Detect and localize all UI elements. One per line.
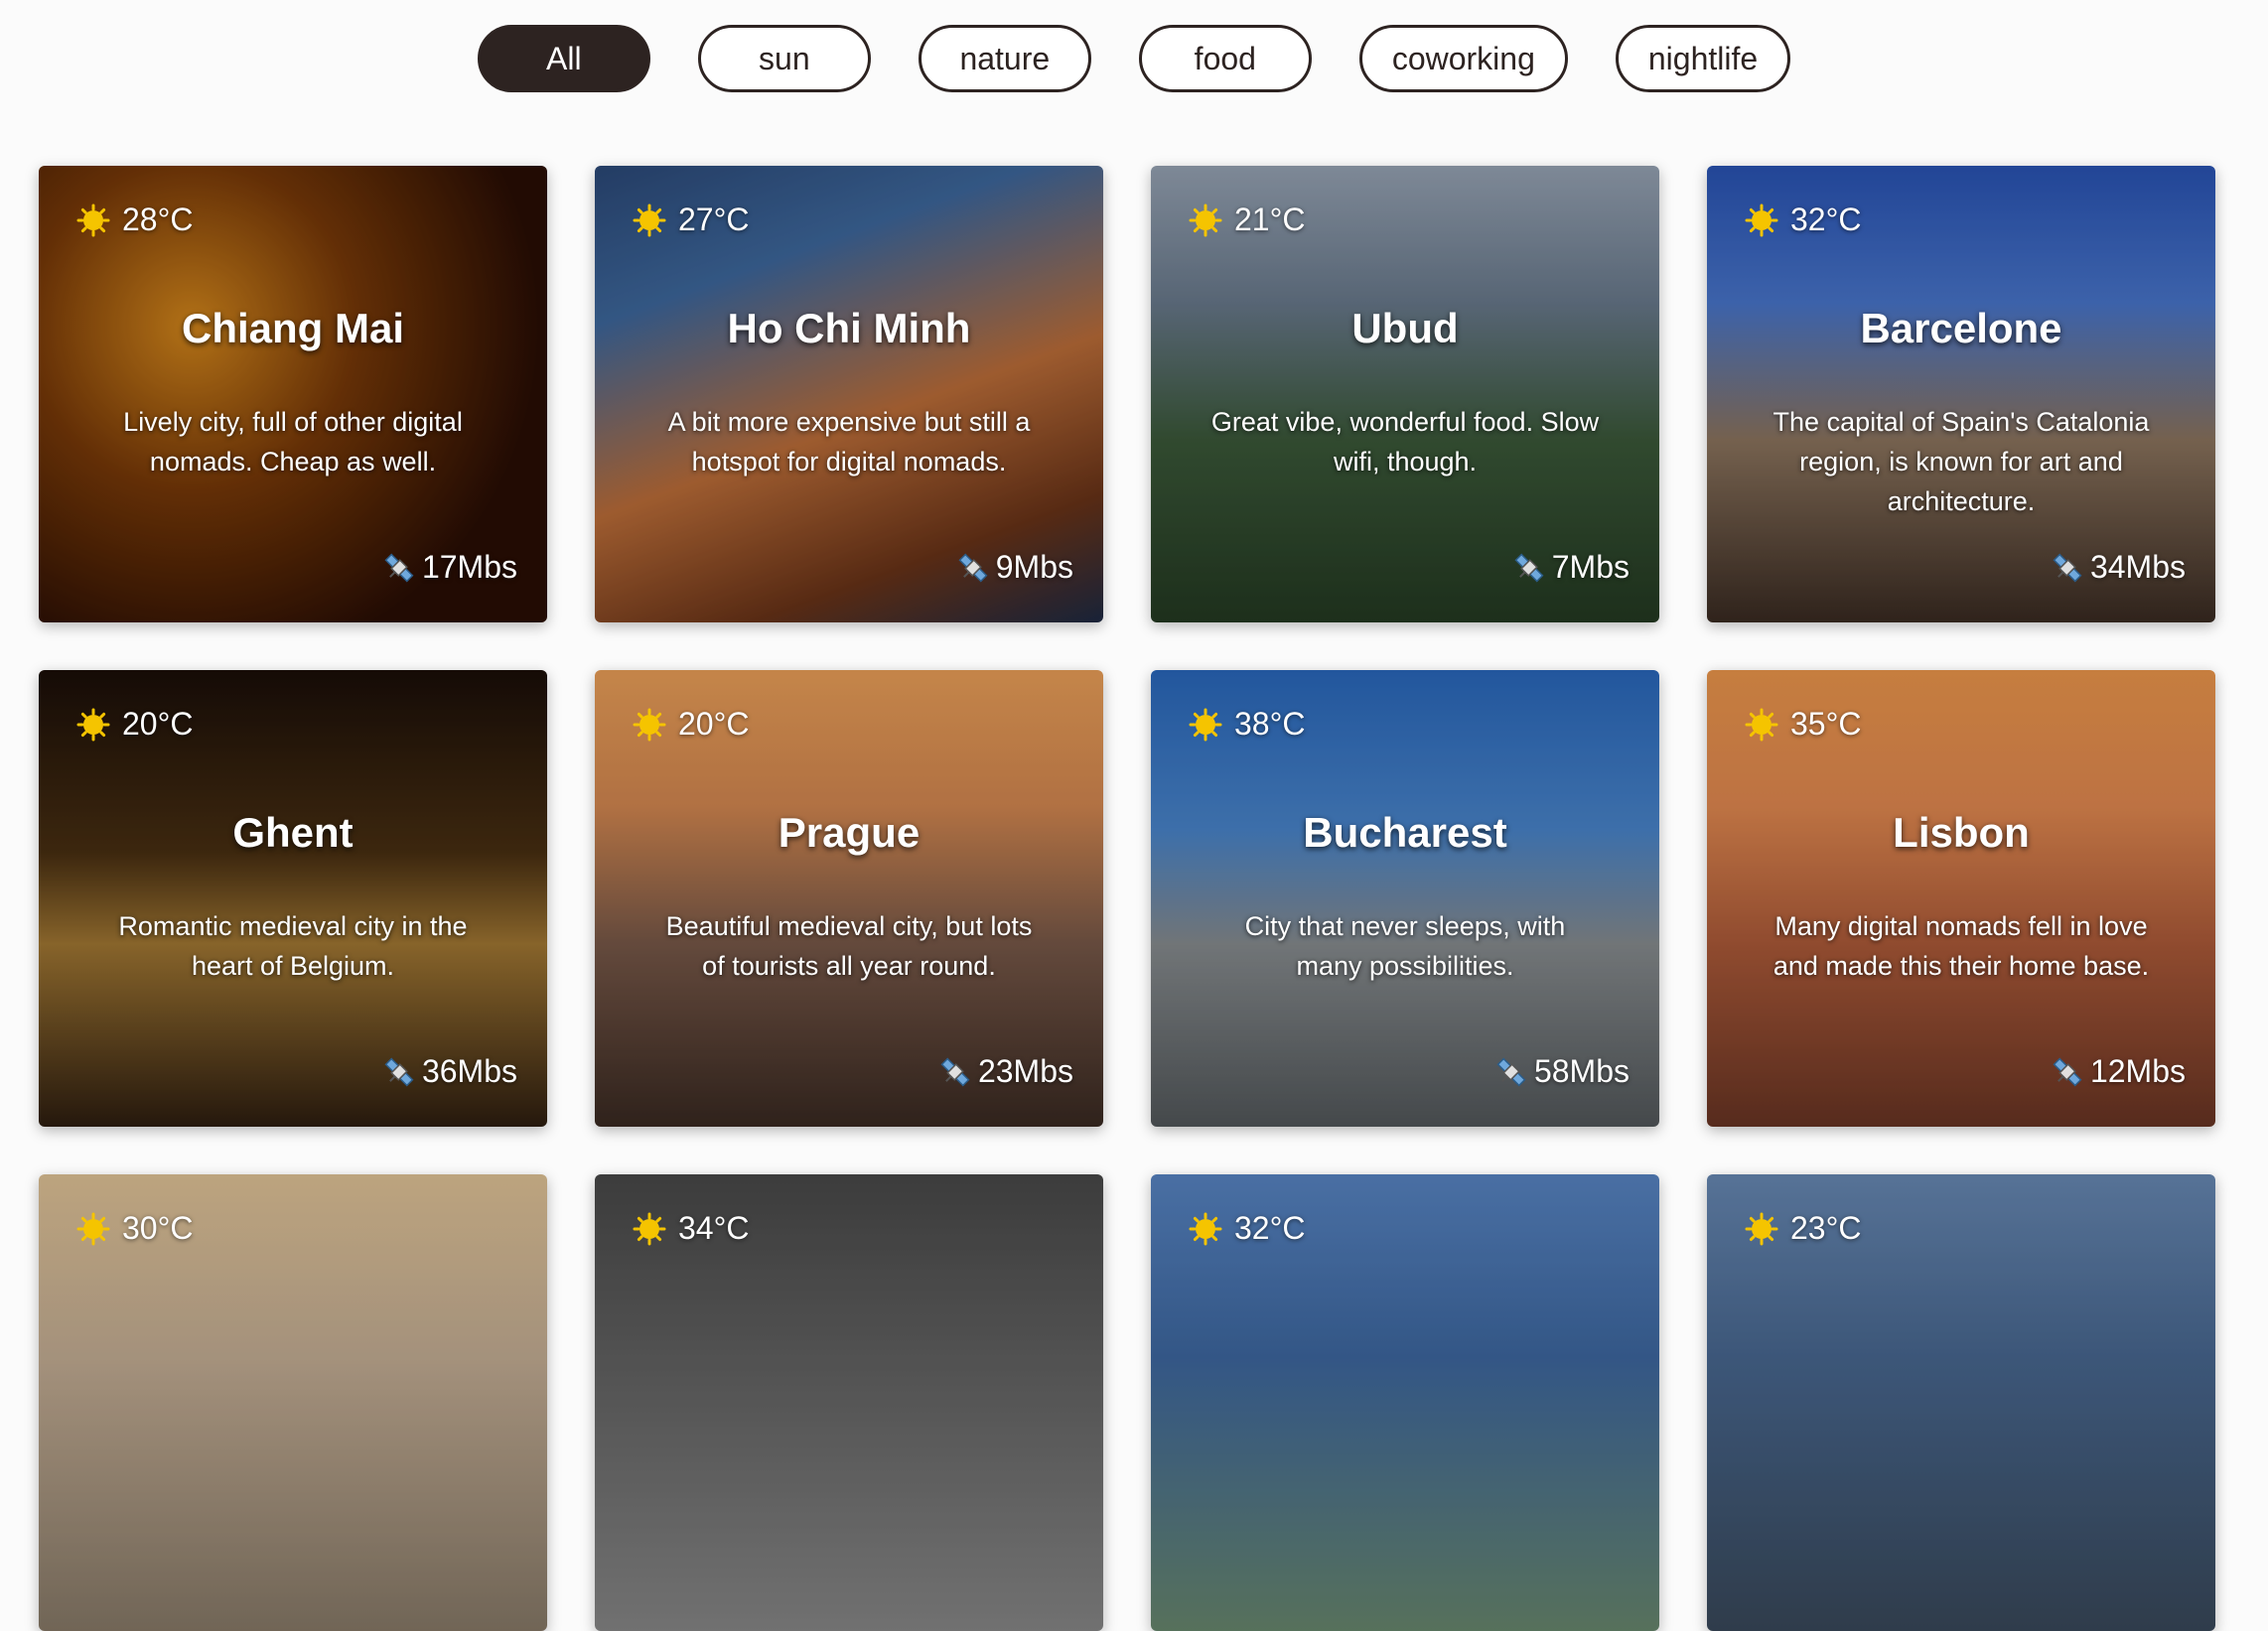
city-card[interactable]: 20°C Prague Beautiful medieval city, but l… — [595, 670, 1103, 1127]
city-description: Beautiful medieval city, but lots of tou… — [665, 911, 1033, 981]
sun-icon — [76, 1212, 110, 1246]
temperature-value: 28°C — [122, 202, 194, 237]
sun-icon — [1745, 708, 1778, 742]
city-card[interactable]: 28°C Chiang Mai Lively city, full of other… — [39, 166, 547, 622]
satellite-icon — [382, 1055, 416, 1089]
city-card[interactable]: 27°C Ho Chi Minh A bit more expensive but … — [595, 166, 1103, 622]
city-name: Lisbon — [1893, 809, 2030, 856]
temperature-value: 23°C — [1790, 1210, 1862, 1246]
sun-icon — [1745, 204, 1778, 237]
city-description: Many digital nomads fell in love and mad… — [1772, 911, 2150, 981]
satellite-icon — [1494, 1055, 1528, 1089]
city-description: Romantic medieval city in the heart of B… — [118, 911, 468, 981]
filter-nightlife[interactable]: nightlife — [1615, 25, 1791, 92]
city-description: Lively city, full of other digital nomad… — [123, 407, 463, 476]
city-name: Barcelone — [1860, 305, 2062, 351]
city-description: The capital of Spain's Catalonia region,… — [1772, 407, 2150, 516]
wifi-speed: 34Mbs — [2051, 549, 2186, 586]
city-description: Great vibe, wonderful food. Slow wifi, t… — [1210, 407, 1600, 476]
sun-icon — [633, 204, 666, 237]
city-card[interactable]: 34°C — [595, 1174, 1103, 1631]
sun-icon — [633, 708, 666, 742]
temperature: 21°C — [1189, 202, 1306, 238]
city-card[interactable]: 30°C — [39, 1174, 547, 1631]
satellite-icon — [956, 551, 990, 585]
city-grid: 28°C Chiang Mai Lively city, full of other… — [39, 166, 2215, 1631]
satellite-icon — [1512, 551, 1546, 585]
sun-icon — [1745, 1212, 1778, 1246]
city-description: City that never sleeps, with many possib… — [1244, 911, 1566, 981]
city-name: Ubud — [1351, 305, 1459, 351]
temperature: 38°C — [1189, 706, 1306, 743]
wifi-speed-value: 23Mbs — [977, 1053, 1073, 1089]
city-name: Ghent — [232, 809, 354, 856]
filter-nature[interactable]: nature — [918, 25, 1091, 92]
satellite-icon — [2051, 1055, 2084, 1089]
city-card[interactable]: 21°C Ubud Great vibe, wonderful food. Slow… — [1151, 166, 1659, 622]
sun-icon — [1189, 1212, 1222, 1246]
satellite-icon — [2051, 551, 2084, 585]
filter-coworking[interactable]: coworking — [1358, 25, 1568, 92]
temperature-value: 32°C — [1790, 202, 1862, 237]
city-card[interactable]: 20°C Ghent Romantic medieval city in the h… — [39, 670, 547, 1127]
wifi-speed-value: 34Mbs — [2089, 549, 2186, 585]
sun-icon — [76, 708, 110, 742]
wifi-speed-value: 9Mbs — [995, 549, 1073, 585]
wifi-speed-value: 17Mbs — [421, 549, 517, 585]
wifi-speed-value: 7Mbs — [1551, 549, 1630, 585]
city-card[interactable]: 23°C — [1707, 1174, 2215, 1631]
temperature: 32°C — [1189, 1210, 1306, 1247]
temperature: 32°C — [1745, 202, 1862, 238]
temperature: 35°C — [1745, 706, 1862, 743]
city-name: Prague — [778, 809, 921, 856]
temperature-value: 32°C — [1234, 1210, 1306, 1246]
temperature-value: 27°C — [678, 202, 750, 237]
city-card[interactable]: 35°C Lisbon Many digital nomads fell in lo… — [1707, 670, 2215, 1127]
wifi-speed: 36Mbs — [382, 1053, 517, 1090]
filter-food[interactable]: food — [1138, 25, 1312, 92]
temperature-value: 30°C — [122, 1210, 194, 1246]
city-card[interactable]: 32°C — [1151, 1174, 1659, 1631]
temperature-value: 20°C — [122, 706, 194, 742]
wifi-speed: 9Mbs — [956, 549, 1073, 586]
temperature: 27°C — [633, 202, 750, 238]
filter-bar: All sun nature food coworking nightlife — [0, 25, 2268, 92]
temperature-value: 34°C — [678, 1210, 750, 1246]
temperature-value: 35°C — [1790, 706, 1862, 742]
city-card[interactable]: 38°C Bucharest City that never sleeps, wit… — [1151, 670, 1659, 1127]
temperature: 20°C — [76, 706, 194, 743]
wifi-speed-value: 58Mbs — [1533, 1053, 1630, 1089]
wifi-speed-value: 12Mbs — [2089, 1053, 2186, 1089]
temperature-value: 38°C — [1234, 706, 1306, 742]
wifi-speed-value: 36Mbs — [421, 1053, 517, 1089]
temperature: 23°C — [1745, 1210, 1862, 1247]
sun-icon — [76, 204, 110, 237]
wifi-speed: 17Mbs — [382, 549, 517, 586]
city-name: Chiang Mai — [181, 305, 404, 351]
city-name: Bucharest — [1303, 809, 1507, 856]
filter-sun[interactable]: sun — [697, 25, 871, 92]
wifi-speed: 7Mbs — [1512, 549, 1630, 586]
sun-icon — [1189, 708, 1222, 742]
city-description: A bit more expensive but still a hotspot… — [667, 407, 1031, 476]
sun-icon — [633, 1212, 666, 1246]
city-card[interactable]: 32°C Barcelone The capital of Spain's Cata… — [1707, 166, 2215, 622]
satellite-icon — [938, 1055, 972, 1089]
temperature: 28°C — [76, 202, 194, 238]
wifi-speed: 23Mbs — [938, 1053, 1073, 1090]
wifi-speed: 58Mbs — [1494, 1053, 1630, 1090]
temperature: 30°C — [76, 1210, 194, 1247]
city-name: Ho Chi Minh — [727, 305, 971, 351]
temperature: 20°C — [633, 706, 750, 743]
wifi-speed: 12Mbs — [2051, 1053, 2186, 1090]
temperature: 34°C — [633, 1210, 750, 1247]
temperature-value: 20°C — [678, 706, 750, 742]
temperature-value: 21°C — [1234, 202, 1306, 237]
filter-all[interactable]: All — [477, 25, 650, 92]
sun-icon — [1189, 204, 1222, 237]
satellite-icon — [382, 551, 416, 585]
